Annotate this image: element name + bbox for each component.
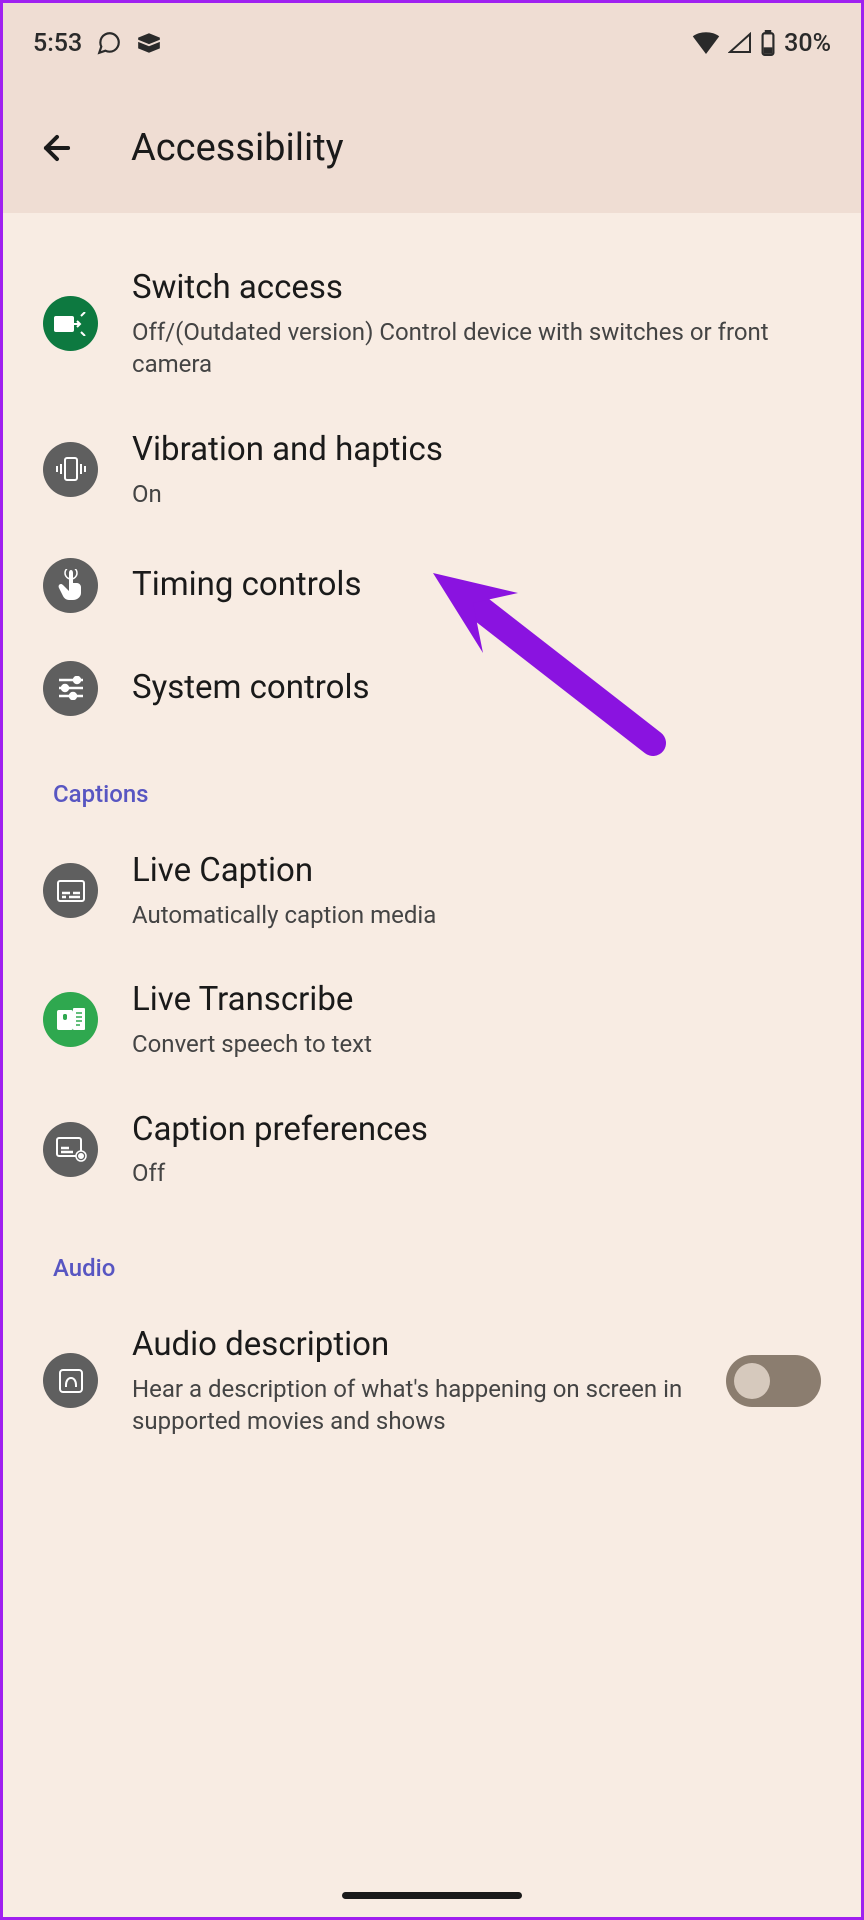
item-subtitle: On (132, 478, 821, 510)
transcribe-icon (43, 992, 98, 1047)
audio-section-header: Audio (3, 1214, 861, 1300)
item-subtitle: Convert speech to text (132, 1028, 821, 1060)
item-title: Live Caption (132, 850, 821, 893)
audio-description-item[interactable]: Audio description Hear a description of … (3, 1300, 861, 1462)
settings-list[interactable]: Switch access Off/(Outdated version) Con… (3, 213, 861, 1461)
item-title: Switch access (132, 267, 821, 310)
tune-icon (43, 661, 98, 716)
vibration-haptics-item[interactable]: Vibration and haptics On (3, 405, 861, 534)
nav-handle[interactable] (342, 1892, 522, 1899)
audio-description-toggle[interactable] (726, 1355, 821, 1407)
app-header: Accessibility (3, 83, 861, 213)
live-transcribe-item[interactable]: Live Transcribe Convert speech to text (3, 955, 861, 1084)
item-title: Caption preferences (132, 1109, 821, 1152)
live-caption-item[interactable]: Live Caption Automatically caption media (3, 826, 861, 955)
status-time: 5:53 (33, 29, 82, 58)
audio-description-icon (43, 1353, 98, 1408)
item-title: Timing controls (132, 564, 821, 607)
back-button[interactable] (33, 124, 81, 172)
battery-percent: 30% (784, 29, 831, 58)
item-subtitle: Automatically caption media (132, 899, 821, 931)
status-left: 5:53 (33, 29, 162, 58)
page-title: Accessibility (131, 126, 344, 170)
signal-icon (728, 32, 752, 54)
caption-settings-icon (43, 1122, 98, 1177)
status-bar: 5:53 30 (3, 3, 861, 83)
package-icon (136, 33, 162, 53)
switch-access-icon (43, 296, 98, 351)
caption-preferences-item[interactable]: Caption preferences Off (3, 1085, 861, 1214)
caption-icon (43, 863, 98, 918)
item-title: Audio description (132, 1324, 692, 1367)
item-title: System controls (132, 667, 821, 710)
item-title: Live Transcribe (132, 979, 821, 1022)
status-right: 30% (692, 29, 831, 58)
whatsapp-icon (96, 30, 122, 56)
item-title: Vibration and haptics (132, 429, 821, 472)
toggle-knob (734, 1363, 770, 1399)
touch-icon (43, 558, 98, 613)
item-subtitle: Off/(Outdated version) Control device wi… (132, 316, 821, 381)
battery-icon (760, 30, 776, 56)
switch-access-item[interactable]: Switch access Off/(Outdated version) Con… (3, 243, 861, 405)
wifi-icon (692, 32, 720, 54)
system-controls-item[interactable]: System controls (3, 637, 861, 740)
arrow-left-icon (38, 129, 76, 167)
captions-section-header: Captions (3, 740, 861, 826)
vibration-icon (43, 442, 98, 497)
timing-controls-item[interactable]: Timing controls (3, 534, 861, 637)
item-subtitle: Hear a description of what's happening o… (132, 1373, 692, 1438)
item-subtitle: Off (132, 1157, 821, 1189)
